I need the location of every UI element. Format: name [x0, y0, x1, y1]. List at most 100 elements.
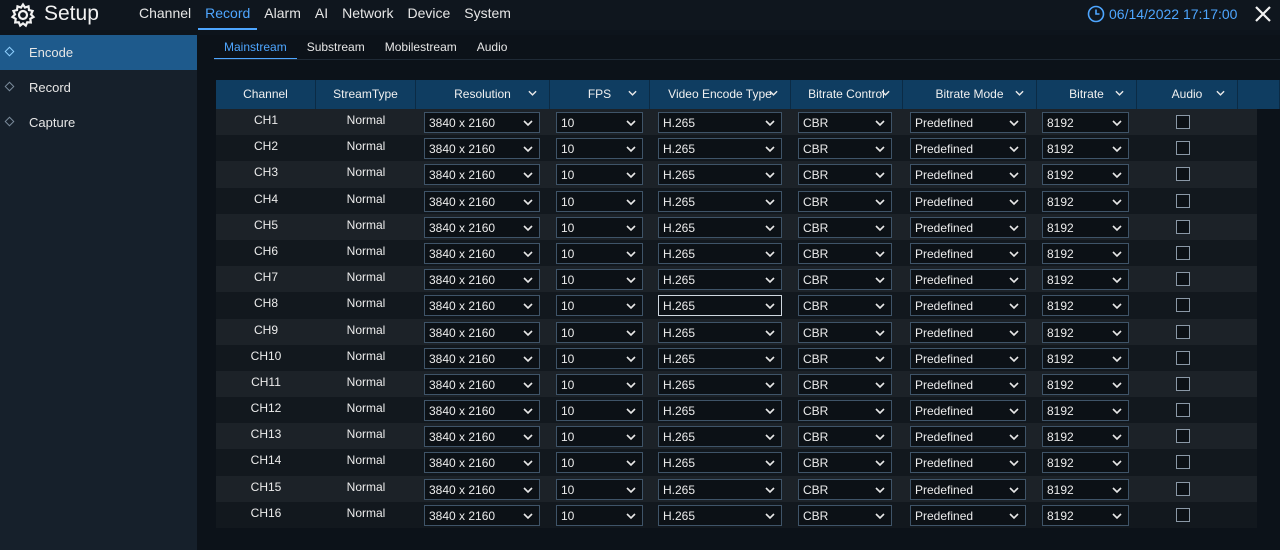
- sidebar-item-encode[interactable]: Encode: [0, 35, 197, 70]
- bitrate-control-select[interactable]: CBR: [798, 242, 892, 264]
- audio-checkbox[interactable]: [1176, 272, 1190, 287]
- bitrate-mode-select[interactable]: Predefined: [910, 138, 1026, 160]
- bitrate-control-select[interactable]: CBR: [798, 112, 892, 133]
- bitrate-mode-select[interactable]: Predefined: [910, 112, 1026, 133]
- bitrate-select[interactable]: 8192: [1042, 400, 1129, 422]
- fps-select[interactable]: 10: [556, 373, 643, 395]
- bitrate-control-select[interactable]: CBR: [798, 138, 892, 160]
- tab-mobilestream[interactable]: Mobilestream: [375, 35, 467, 60]
- resolution-select[interactable]: 3840 x 2160: [424, 164, 540, 186]
- fps-select[interactable]: 10: [556, 295, 643, 317]
- close-icon[interactable]: [1252, 3, 1274, 25]
- bitrate-select[interactable]: 8192: [1042, 347, 1129, 369]
- tab-mainstream[interactable]: Mainstream: [214, 35, 297, 60]
- fps-select[interactable]: 10: [556, 112, 643, 133]
- column-header-bitrate[interactable]: Bitrate: [1037, 80, 1137, 109]
- bitrate-control-select[interactable]: CBR: [798, 478, 892, 500]
- fps-select[interactable]: 10: [556, 452, 643, 474]
- bitrate-mode-select[interactable]: Predefined: [910, 400, 1026, 422]
- video-encode-select[interactable]: H.265: [658, 400, 782, 422]
- bitrate-mode-select[interactable]: Predefined: [910, 373, 1026, 395]
- bitrate-select[interactable]: 8192: [1042, 164, 1129, 186]
- bitrate-mode-select[interactable]: Predefined: [910, 216, 1026, 238]
- fps-select[interactable]: 10: [556, 478, 643, 500]
- bitrate-mode-select[interactable]: Predefined: [910, 347, 1026, 369]
- resolution-select[interactable]: 3840 x 2160: [424, 190, 540, 212]
- resolution-select[interactable]: 3840 x 2160: [424, 138, 540, 160]
- bitrate-mode-select[interactable]: Predefined: [910, 504, 1026, 526]
- video-encode-select[interactable]: H.265: [658, 216, 782, 238]
- resolution-select[interactable]: 3840 x 2160: [424, 216, 540, 238]
- video-encode-select[interactable]: H.265: [658, 138, 782, 160]
- fps-select[interactable]: 10: [556, 347, 643, 369]
- bitrate-control-select[interactable]: CBR: [798, 373, 892, 395]
- fps-select[interactable]: 10: [556, 164, 643, 186]
- video-encode-select[interactable]: H.265: [658, 347, 782, 369]
- bitrate-mode-select[interactable]: Predefined: [910, 321, 1026, 343]
- nav-network[interactable]: Network: [335, 0, 400, 30]
- resolution-select[interactable]: 3840 x 2160: [424, 426, 540, 448]
- video-encode-select[interactable]: H.265: [658, 242, 782, 264]
- bitrate-select[interactable]: 8192: [1042, 112, 1129, 133]
- audio-checkbox[interactable]: [1176, 350, 1190, 365]
- video-encode-select[interactable]: H.265: [658, 112, 782, 133]
- nav-record[interactable]: Record: [198, 0, 258, 30]
- video-encode-select[interactable]: H.265: [658, 504, 782, 526]
- bitrate-select[interactable]: 8192: [1042, 321, 1129, 343]
- column-header-audio[interactable]: Audio: [1137, 80, 1238, 109]
- resolution-select[interactable]: 3840 x 2160: [424, 295, 540, 317]
- audio-checkbox[interactable]: [1176, 167, 1190, 182]
- resolution-select[interactable]: 3840 x 2160: [424, 373, 540, 395]
- bitrate-mode-select[interactable]: Predefined: [910, 452, 1026, 474]
- fps-select[interactable]: 10: [556, 504, 643, 526]
- bitrate-select[interactable]: 8192: [1042, 504, 1129, 526]
- column-header-bitrate-control[interactable]: Bitrate Control: [791, 80, 903, 109]
- column-header-video-encode-type[interactable]: Video Encode Type: [650, 80, 791, 109]
- column-header-resolution[interactable]: Resolution: [416, 80, 550, 109]
- audio-checkbox[interactable]: [1176, 193, 1190, 208]
- bitrate-mode-select[interactable]: Predefined: [910, 478, 1026, 500]
- fps-select[interactable]: 10: [556, 426, 643, 448]
- video-encode-select[interactable]: H.265: [658, 164, 782, 186]
- audio-checkbox[interactable]: [1176, 376, 1190, 391]
- bitrate-select[interactable]: 8192: [1042, 295, 1129, 317]
- bitrate-mode-select[interactable]: Predefined: [910, 242, 1026, 264]
- fps-select[interactable]: 10: [556, 138, 643, 160]
- sidebar-item-record[interactable]: Record: [0, 70, 197, 105]
- audio-checkbox[interactable]: [1176, 429, 1190, 444]
- audio-checkbox[interactable]: [1176, 403, 1190, 418]
- bitrate-select[interactable]: 8192: [1042, 452, 1129, 474]
- bitrate-select[interactable]: 8192: [1042, 242, 1129, 264]
- resolution-select[interactable]: 3840 x 2160: [424, 269, 540, 291]
- bitrate-control-select[interactable]: CBR: [798, 452, 892, 474]
- video-encode-select[interactable]: H.265: [658, 295, 782, 317]
- fps-select[interactable]: 10: [556, 400, 643, 422]
- bitrate-control-select[interactable]: CBR: [798, 504, 892, 526]
- bitrate-mode-select[interactable]: Predefined: [910, 269, 1026, 291]
- video-encode-select[interactable]: H.265: [658, 452, 782, 474]
- bitrate-mode-select[interactable]: Predefined: [910, 295, 1026, 317]
- video-encode-select[interactable]: H.265: [658, 269, 782, 291]
- video-encode-select[interactable]: H.265: [658, 426, 782, 448]
- audio-checkbox[interactable]: [1176, 245, 1190, 260]
- audio-checkbox[interactable]: [1176, 141, 1190, 156]
- audio-checkbox[interactable]: [1176, 298, 1190, 313]
- bitrate-mode-select[interactable]: Predefined: [910, 190, 1026, 212]
- audio-checkbox[interactable]: [1176, 507, 1190, 522]
- nav-alarm[interactable]: Alarm: [257, 0, 308, 30]
- video-encode-select[interactable]: H.265: [658, 190, 782, 212]
- bitrate-mode-select[interactable]: Predefined: [910, 426, 1026, 448]
- nav-device[interactable]: Device: [400, 0, 457, 30]
- audio-checkbox[interactable]: [1176, 115, 1190, 129]
- bitrate-control-select[interactable]: CBR: [798, 400, 892, 422]
- audio-checkbox[interactable]: [1176, 455, 1190, 470]
- audio-checkbox[interactable]: [1176, 219, 1190, 234]
- tab-substream[interactable]: Substream: [297, 35, 375, 60]
- nav-system[interactable]: System: [457, 0, 518, 30]
- column-header-fps[interactable]: FPS: [550, 80, 650, 109]
- bitrate-select[interactable]: 8192: [1042, 373, 1129, 395]
- resolution-select[interactable]: 3840 x 2160: [424, 347, 540, 369]
- bitrate-mode-select[interactable]: Predefined: [910, 164, 1026, 186]
- bitrate-select[interactable]: 8192: [1042, 426, 1129, 448]
- bitrate-select[interactable]: 8192: [1042, 478, 1129, 500]
